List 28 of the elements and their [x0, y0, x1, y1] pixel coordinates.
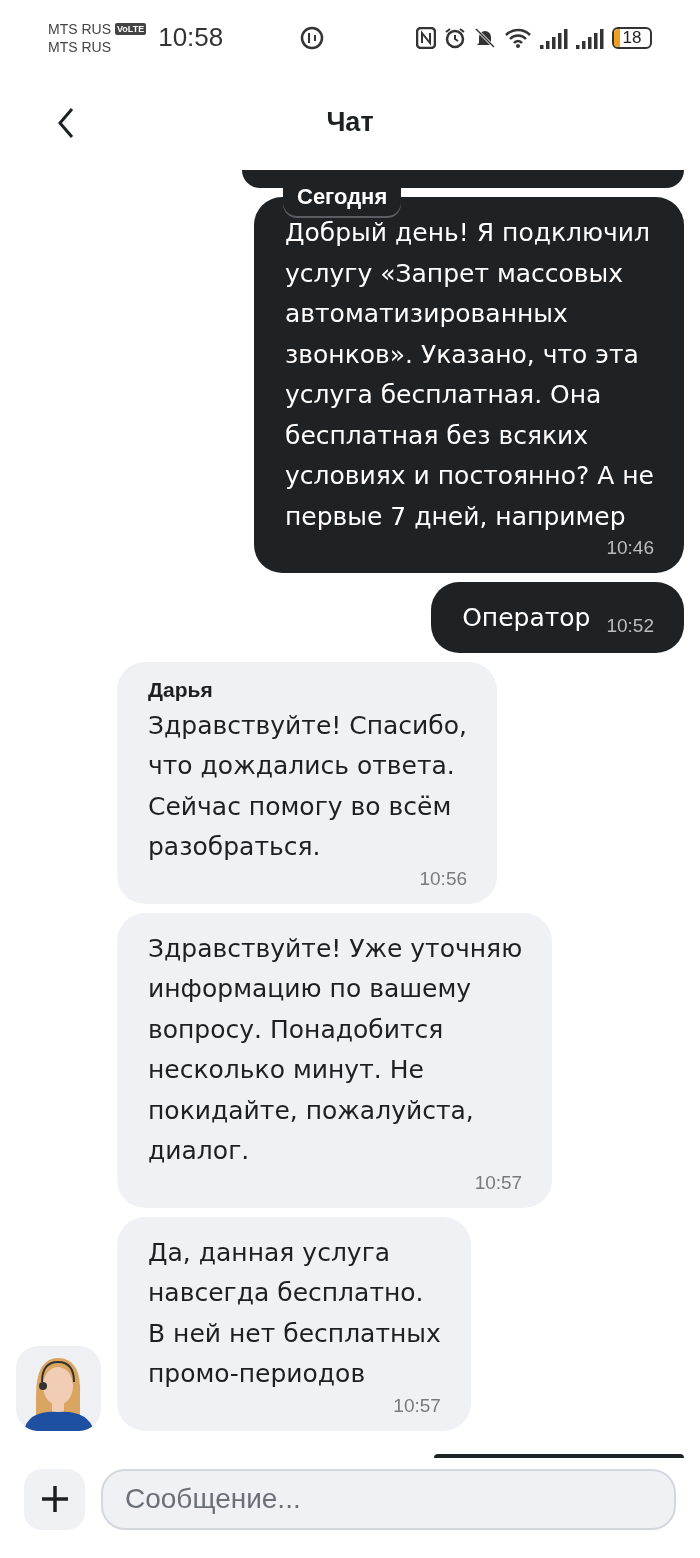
plus-icon	[39, 1484, 70, 1514]
back-icon[interactable]	[56, 107, 76, 139]
carrier-name: MTS RUS	[48, 20, 111, 37]
message-text: Добрый день! Я подключил услугу «Запрет массовых автоматизированных звонков». Указано, что эта услуга бесплатная. Она бесплатная без всяких условиях и постоянно? А не первые 7 дней, например	[284, 217, 654, 533]
sender-name: Дарья	[148, 677, 214, 702]
message-text: Оператор	[462, 602, 591, 635]
volte-badge: VoLTE	[115, 22, 147, 35]
message-text: Да, данная услуга навсегда бесплатно. В ней нет бесплатных промо-периодов	[148, 1236, 441, 1391]
message-time: 10:52	[606, 614, 654, 637]
message-time: 10:56	[419, 867, 467, 890]
message-text: Здравствуйте! Спасибо, что дождались ответа. Сейчас помогу во всём разобраться.	[148, 709, 467, 864]
message-time: 10:57	[474, 1171, 523, 1194]
screen-title: Чат	[326, 107, 374, 138]
carrier-name: MTS RUS	[48, 38, 112, 55]
signal-icon	[576, 26, 604, 49]
message-time: 10:46	[606, 537, 654, 560]
battery-icon: 18	[612, 26, 652, 49]
signal-icon	[540, 26, 568, 49]
message-time: 10:57	[393, 1394, 441, 1417]
alarm-icon	[444, 26, 466, 49]
message-field[interactable]: Сообщение...	[101, 1468, 676, 1530]
message-text: Здравствуйте! Уже уточняю информацию по вашему вопросу. Понадобится несколько минут. Не покидайте, пожалуйста, диалог.	[148, 932, 523, 1168]
wifi-icon	[504, 26, 532, 49]
attach-button[interactable]	[24, 1468, 85, 1530]
data-saver-icon	[300, 25, 324, 50]
muted-bell-icon	[474, 26, 496, 49]
status-time: 10:58	[158, 22, 224, 53]
nfc-icon	[416, 26, 436, 49]
